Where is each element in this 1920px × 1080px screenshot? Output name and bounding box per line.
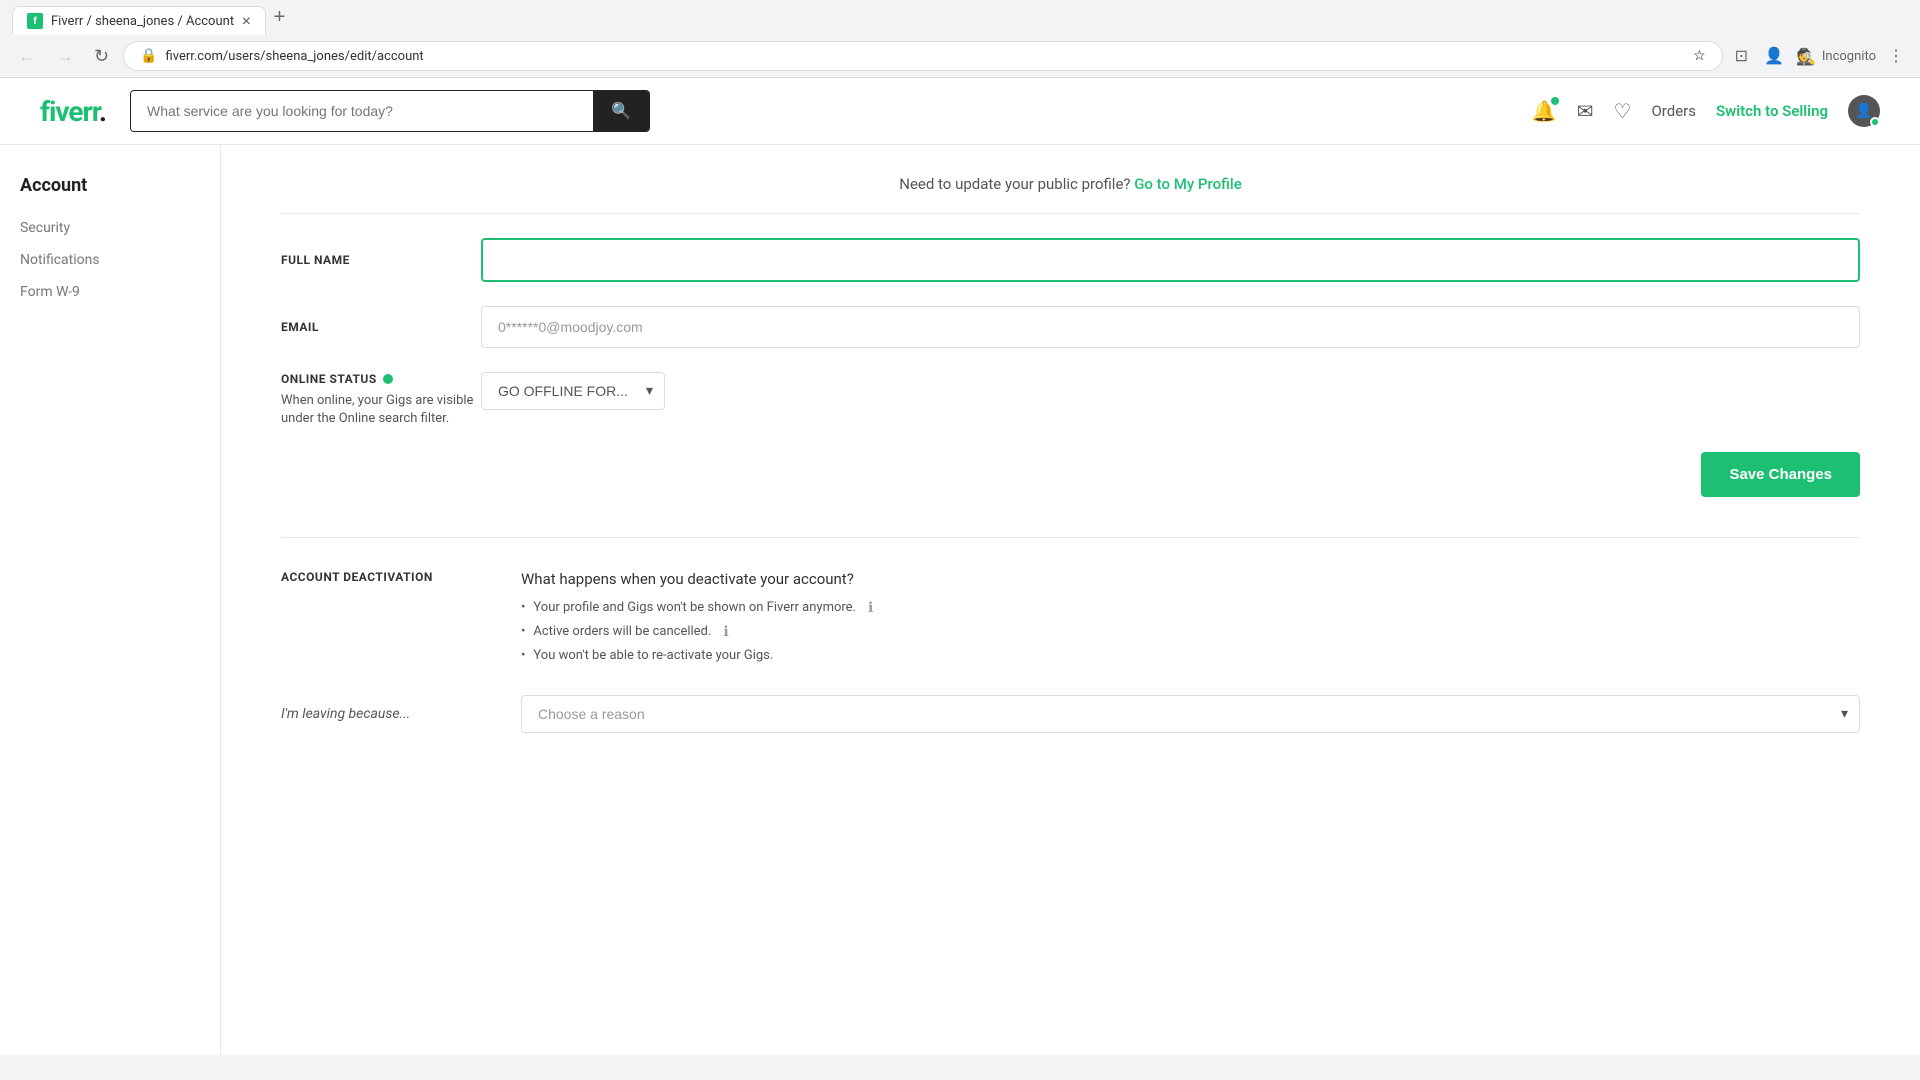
main-content: Need to update your public profile? Go t…	[220, 145, 1920, 1055]
new-tab-button[interactable]: +	[266, 0, 294, 35]
incognito-icon: 🕵️	[1796, 47, 1816, 66]
leaving-row: I'm leaving because... Choose a reason I…	[281, 695, 1860, 733]
cast-icon[interactable]: ⊡	[1731, 42, 1752, 70]
search-button[interactable]: 🔍	[593, 91, 649, 131]
favorites-icon[interactable]: ♡	[1614, 99, 1632, 123]
tab-title: Fiverr / sheena_jones / Account	[51, 14, 234, 29]
full-name-label: FULL NAME	[281, 253, 481, 267]
deactivation-label: ACCOUNT DEACTIVATION	[281, 570, 481, 584]
user-avatar[interactable]: 👤	[1848, 95, 1880, 127]
star-icon[interactable]: ☆	[1693, 48, 1706, 64]
header-actions: 🔔 ✉ ♡ Orders Switch to Selling 👤	[1532, 95, 1880, 127]
deactivation-info: What happens when you deactivate your ac…	[521, 570, 1860, 671]
sidebar-item-notifications[interactable]: Notifications	[0, 244, 220, 276]
avatar-icon: 👤	[1855, 103, 1872, 119]
sidebar-item-form-w9[interactable]: Form W-9	[0, 276, 220, 308]
online-status-label-group: ONLINE STATUS When online, your Gigs are…	[281, 372, 481, 428]
favicon-icon: f	[27, 13, 43, 29]
orders-link[interactable]: Orders	[1651, 102, 1696, 120]
online-status-label-text: ONLINE STATUS	[281, 372, 377, 386]
search-input[interactable]	[131, 91, 593, 131]
online-status-label: ONLINE STATUS	[281, 372, 481, 386]
leaving-reason-select[interactable]: Choose a reason I'm not getting enough o…	[521, 695, 1860, 733]
profile-notice: Need to update your public profile? Go t…	[281, 175, 1860, 214]
deactivation-item-1: Active orders will be cancelled. ℹ	[521, 624, 1860, 640]
save-row: Save Changes	[281, 452, 1860, 497]
leaving-select-wrapper: Choose a reason I'm not getting enough o…	[521, 695, 1860, 733]
full-name-control	[481, 238, 1860, 282]
email-row: EMAIL	[281, 306, 1860, 348]
deactivation-info-icon-0[interactable]: ℹ	[868, 600, 873, 616]
online-status-row: ONLINE STATUS When online, your Gigs are…	[281, 372, 1860, 428]
save-changes-button[interactable]: Save Changes	[1701, 452, 1860, 497]
deactivation-question: What happens when you deactivate your ac…	[521, 570, 1860, 588]
page-layout: Account Security Notifications Form W-9 …	[0, 145, 1920, 1055]
deactivation-item-0: Your profile and Gigs won't be shown on …	[521, 600, 1860, 616]
online-status-desc: When online, your Gigs are visible under…	[281, 392, 481, 428]
email-label: EMAIL	[281, 320, 481, 334]
back-button[interactable]: ←	[12, 42, 42, 71]
address-bar[interactable]: 🔒 fiverr.com/users/sheena_jones/edit/acc…	[123, 41, 1723, 71]
deactivation-list: Your profile and Gigs won't be shown on …	[521, 600, 1860, 663]
offline-select[interactable]: GO OFFLINE FOR... 1 Day 3 Days 7 Days In…	[481, 372, 665, 410]
sidebar: Account Security Notifications Form W-9	[0, 145, 220, 1055]
secure-icon: 🔒	[140, 48, 157, 64]
deactivation-info-icon-1[interactable]: ℹ	[723, 624, 728, 640]
sidebar-item-security[interactable]: Security	[0, 212, 220, 244]
section-divider	[281, 537, 1860, 538]
full-name-row: FULL NAME	[281, 238, 1860, 282]
incognito-label: Incognito	[1822, 49, 1876, 64]
online-status-control: GO OFFLINE FOR... 1 Day 3 Days 7 Days In…	[481, 372, 1860, 410]
refresh-button[interactable]: ↻	[88, 42, 115, 71]
tab-close-button[interactable]: ×	[242, 13, 251, 29]
status-dot	[383, 374, 393, 384]
menu-button[interactable]: ⋮	[1884, 42, 1908, 70]
notifications-icon[interactable]: 🔔	[1532, 99, 1557, 123]
messages-icon[interactable]: ✉	[1577, 99, 1594, 123]
online-status-dot	[1870, 117, 1880, 127]
email-control	[481, 306, 1860, 348]
browser-tab[interactable]: f Fiverr / sheena_jones / Account ×	[12, 6, 266, 35]
leaving-label: I'm leaving because...	[281, 706, 521, 722]
url-text: fiverr.com/users/sheena_jones/edit/accou…	[166, 49, 1686, 64]
forward-button[interactable]: →	[50, 42, 80, 71]
deactivation-item-2: You won't be able to re-activate your Gi…	[521, 648, 1860, 663]
notification-dot	[1551, 97, 1559, 105]
profile-icon[interactable]: 👤	[1760, 42, 1788, 70]
fiverr-logo[interactable]: fiverr.	[40, 95, 106, 128]
offline-select-wrapper: GO OFFLINE FOR... 1 Day 3 Days 7 Days In…	[481, 372, 665, 410]
email-input[interactable]	[481, 306, 1860, 348]
logo-dot: .	[99, 95, 106, 128]
deactivation-row: ACCOUNT DEACTIVATION What happens when y…	[281, 570, 1860, 671]
incognito-badge: 🕵️ Incognito	[1796, 47, 1876, 66]
app-header: fiverr. 🔍 🔔 ✉ ♡ Orders Switch to Selling…	[0, 78, 1920, 145]
full-name-input[interactable]	[481, 238, 1860, 282]
sidebar-title: Account	[0, 175, 220, 212]
go-to-profile-link[interactable]: Go to My Profile	[1134, 175, 1242, 193]
profile-notice-text: Need to update your public profile?	[899, 175, 1130, 193]
search-bar: 🔍	[130, 90, 650, 132]
switch-selling-link[interactable]: Switch to Selling	[1716, 102, 1828, 120]
